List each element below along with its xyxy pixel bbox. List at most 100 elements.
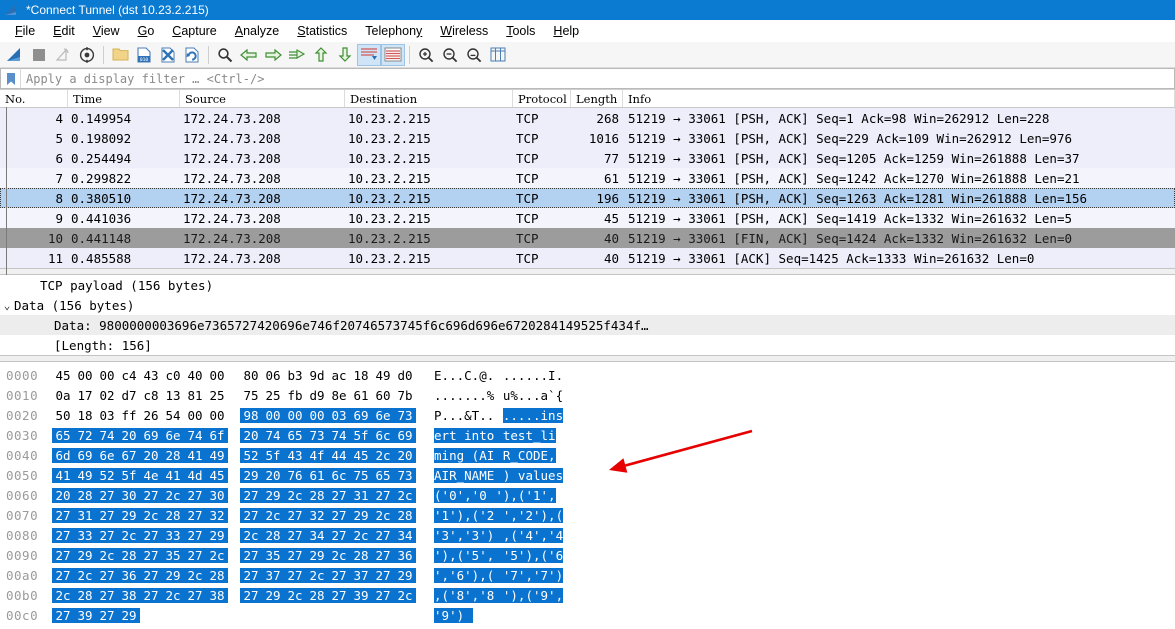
hex-byte[interactable]: 38 [206,588,228,603]
ascii-char[interactable]: ' [533,508,541,523]
ascii-char[interactable]: ' [533,588,541,603]
hex-byte[interactable]: 2c [240,528,262,543]
hex-row[interactable]: 00a0272c273627292c282737272c27372729','6… [0,565,1175,585]
hex-byte[interactable]: 5f [350,428,372,443]
go-to-packet-icon[interactable] [285,44,309,66]
hex-byte[interactable]: 29 [206,528,228,543]
ascii-char[interactable]: & [464,408,472,423]
hex-byte[interactable]: 29 [350,508,372,523]
ascii-char[interactable]: ' [495,488,503,503]
ascii-char[interactable]: % [510,388,518,403]
ascii-char[interactable]: 2 [487,508,495,523]
hex-byte[interactable]: 27 [52,508,74,523]
ascii-char[interactable]: 6 [556,548,564,563]
packet-bytes-pane[interactable]: 0000450000c443c040008006b39dac1849d0E...… [0,362,1175,625]
hex-byte[interactable]: 65 [52,428,74,443]
ascii-char[interactable]: ) [541,508,549,523]
hex-byte[interactable]: 27 [184,588,206,603]
ascii-char[interactable]: ' [449,508,457,523]
hex-byte[interactable]: 65 [284,428,306,443]
hex-byte[interactable] [184,608,206,623]
hex-byte[interactable]: 27 [372,488,394,503]
hex-byte[interactable]: 27 [328,508,350,523]
ascii-char[interactable]: ' [442,488,450,503]
hex-byte[interactable]: 4e [140,468,162,483]
hex-byte[interactable]: 67 [118,448,140,463]
ascii-char[interactable]: 1 [442,508,450,523]
menu-capture[interactable]: Capture [163,24,225,38]
ascii-char[interactable]: ( [434,488,442,503]
menu-analyze[interactable]: Analyze [226,24,288,38]
ascii-char[interactable]: ) [556,568,564,583]
ascii-char[interactable]: ' [434,528,442,543]
ascii-char[interactable]: 3 [442,528,450,543]
ascii-char[interactable]: ' [464,568,472,583]
hex-byte[interactable]: 43 [140,368,162,383]
hex-byte[interactable]: 27 [372,568,394,583]
hex-byte[interactable]: 29 [74,548,96,563]
hex-byte[interactable]: d0 [394,368,416,383]
hex-byte[interactable]: 2c [372,448,394,463]
hex-row[interactable]: 0020501803ff265400009800000003696e73P...… [0,405,1175,425]
hex-byte[interactable]: 30 [206,488,228,503]
ascii-char[interactable]: ' [541,488,549,503]
colorize-packets-icon[interactable] [381,44,405,66]
ascii-char[interactable]: s [556,408,564,423]
hex-byte[interactable]: 27 [284,568,306,583]
ascii-char[interactable]: C [464,368,472,383]
ascii-char[interactable]: t [525,428,533,443]
hex-byte[interactable]: 27 [96,568,118,583]
ascii-char[interactable]: M [479,468,487,483]
hex-byte[interactable]: 27 [372,588,394,603]
hex-byte[interactable]: 28 [306,588,328,603]
ascii-char[interactable]: ' [548,548,556,563]
hex-byte[interactable]: 28 [262,528,284,543]
hex-byte[interactable]: b3 [284,368,306,383]
hex-byte[interactable] [162,608,184,623]
hex-byte[interactable]: 28 [162,508,184,523]
hex-byte[interactable]: 27 [184,528,206,543]
hex-byte[interactable]: 27 [240,508,262,523]
hex-byte[interactable]: ff [118,408,140,423]
ascii-char[interactable]: I [548,368,556,383]
ascii-char[interactable]: s [556,468,564,483]
ascii-char[interactable]: u [541,468,549,483]
ascii-char[interactable]: . [541,368,549,383]
hex-byte[interactable]: 45 [350,448,372,463]
hex-byte[interactable]: 27 [140,548,162,563]
ascii-char[interactable]: , [533,548,541,563]
ascii-char[interactable]: , [464,508,472,523]
ascii-char[interactable]: ' [479,588,487,603]
ascii-char[interactable]: ' [434,568,442,583]
save-file-icon[interactable]: 010 [132,44,156,66]
hex-byte[interactable]: 38 [118,588,140,603]
ascii-char[interactable]: . [525,368,533,383]
stop-capture-icon[interactable] [27,44,51,66]
column-header-length[interactable]: Length [571,90,623,107]
hex-byte[interactable]: 29 [162,568,184,583]
ascii-char[interactable]: , [556,588,564,603]
hex-byte[interactable]: 41 [184,448,206,463]
hex-byte[interactable]: 74 [262,428,284,443]
hex-byte[interactable]: 2c [184,568,206,583]
ascii-char[interactable]: D [533,448,541,463]
hex-byte[interactable]: 4d [184,468,206,483]
start-capture-icon[interactable] [3,44,27,66]
ascii-char[interactable]: i [464,428,472,443]
ascii-char[interactable]: ( [556,508,564,523]
ascii-char[interactable]: . [533,408,541,423]
hex-row[interactable]: 00406d696e6720284149525f434f44452c20ming… [0,445,1175,465]
hex-byte[interactable]: 27 [52,548,74,563]
ascii-char[interactable]: t [449,428,457,443]
hex-byte[interactable]: 28 [162,448,184,463]
column-header-info[interactable]: Info [623,90,1175,107]
hex-byte[interactable]: 28 [118,548,140,563]
hex-byte[interactable]: d7 [118,388,140,403]
hex-byte[interactable]: 27 [328,488,350,503]
ascii-char[interactable]: , [548,508,556,523]
hex-byte[interactable]: 00 [306,408,328,423]
hex-byte[interactable]: 43 [284,448,306,463]
ascii-char[interactable]: . [487,368,495,383]
search-input[interactable]: Apply a display filter … <Ctrl-/> [20,68,1175,89]
ascii-char[interactable]: a [541,388,549,403]
